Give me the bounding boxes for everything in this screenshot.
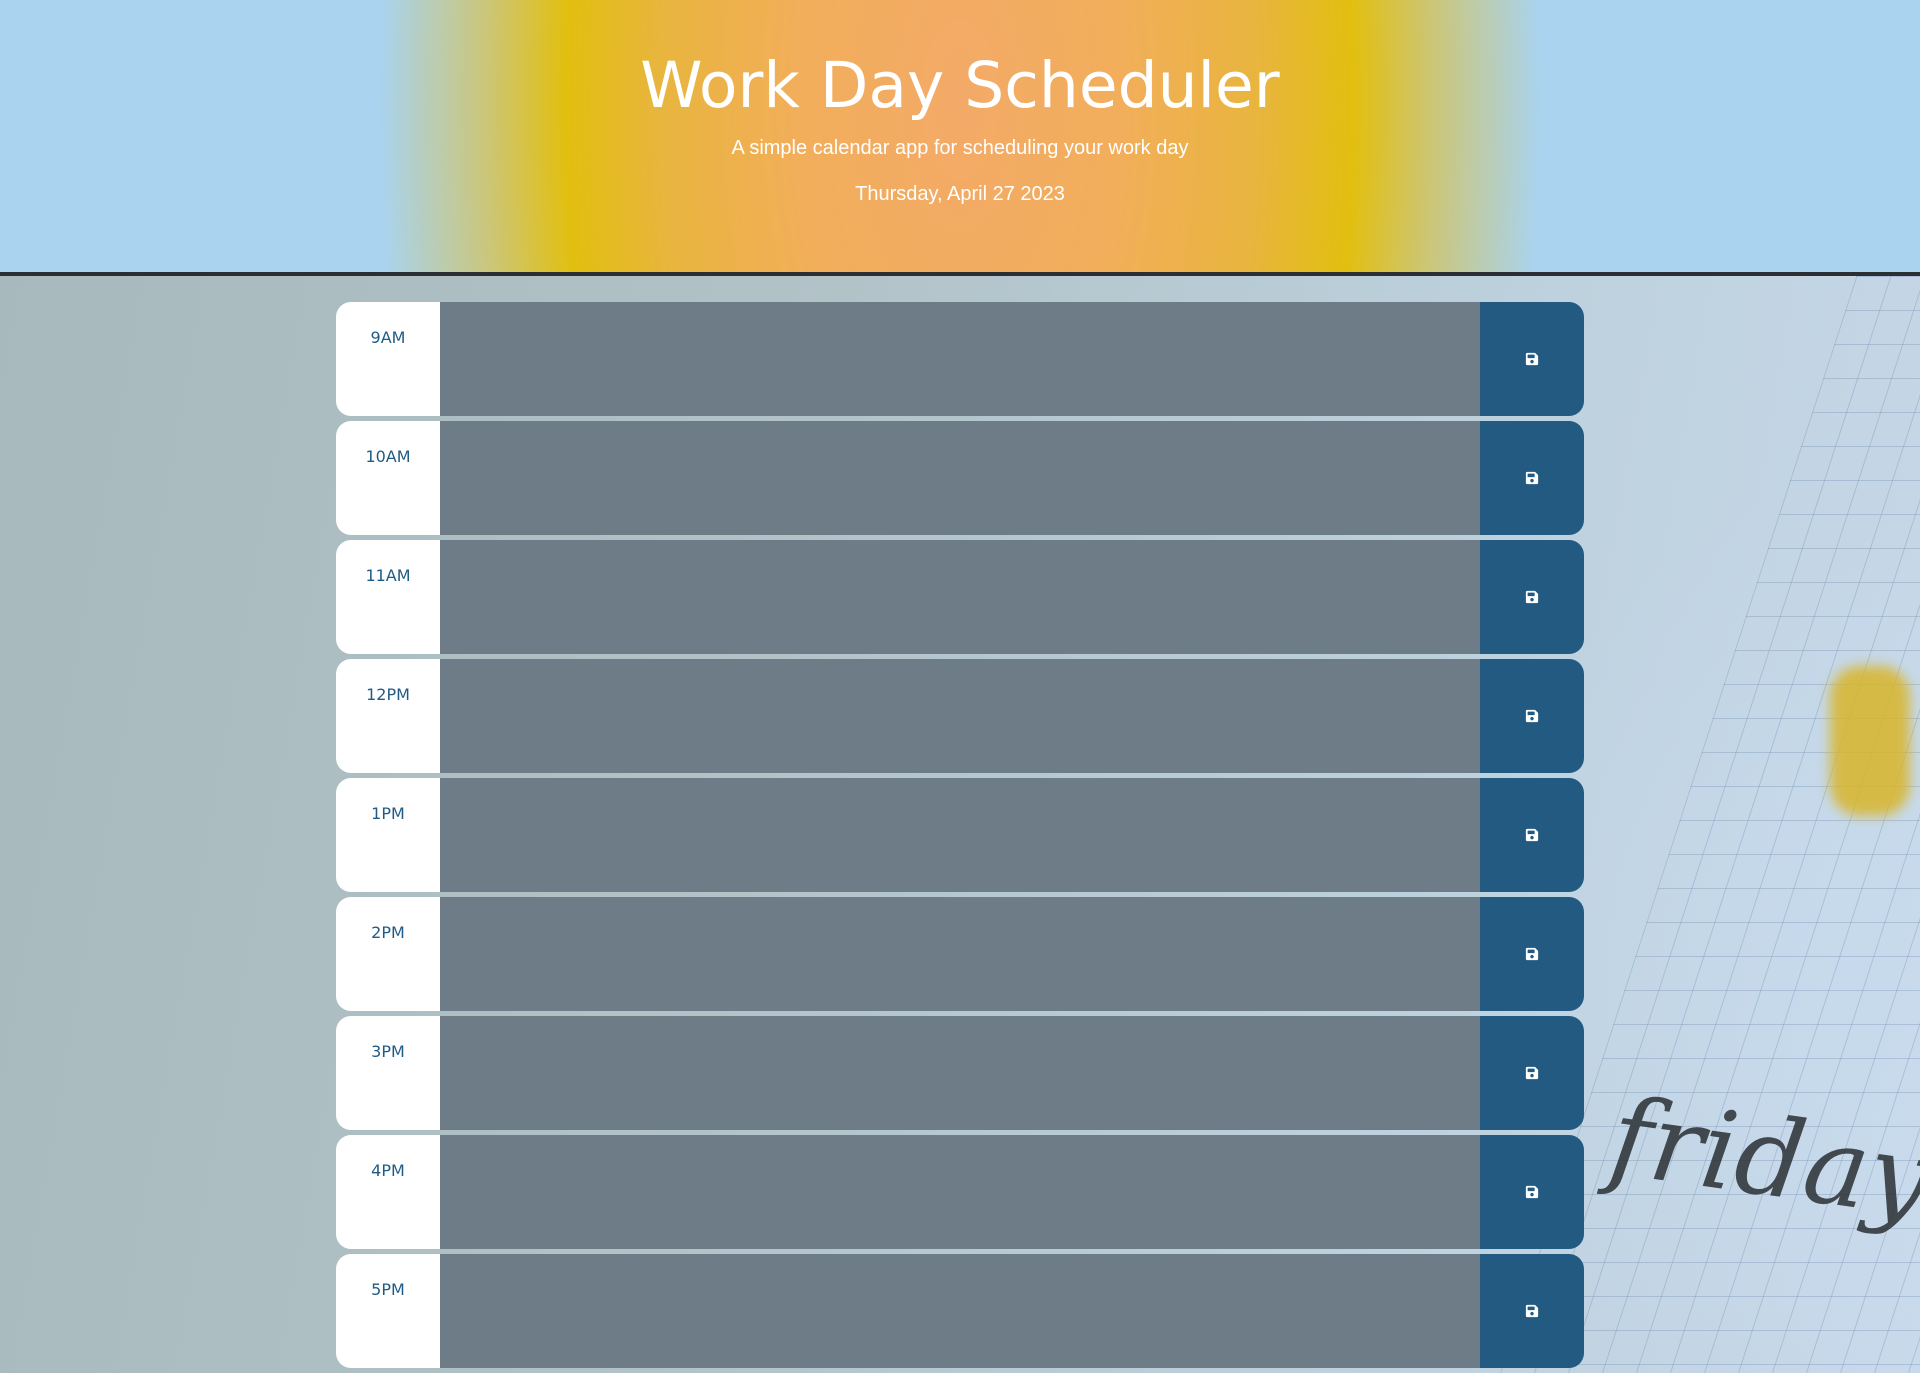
time-block-9am: 9AM — [336, 302, 1584, 416]
floppy-disk-icon — [1525, 709, 1539, 723]
save-button[interactable] — [1480, 1016, 1584, 1130]
page-subtitle: A simple calendar app for scheduling you… — [731, 137, 1189, 159]
event-description-input[interactable] — [440, 659, 1480, 773]
time-block-1pm: 1PM — [336, 778, 1584, 892]
time-block-10am: 10AM — [336, 421, 1584, 535]
save-button[interactable] — [1480, 1135, 1584, 1249]
hour-label: 1PM — [336, 778, 440, 892]
event-description-input[interactable] — [440, 540, 1480, 654]
save-button[interactable] — [1480, 421, 1584, 535]
time-block-4pm: 4PM — [336, 1135, 1584, 1249]
save-button[interactable] — [1480, 897, 1584, 1011]
schedule-container: 9AM 10AM 11AM 12PM 1PM 2PM 3PM 4PM 5PM — [336, 302, 1584, 1373]
event-description-input[interactable] — [440, 302, 1480, 416]
event-description-input[interactable] — [440, 421, 1480, 535]
hour-label: 11AM — [336, 540, 440, 654]
yellow-sticky-note — [1830, 666, 1910, 816]
time-block-11am: 11AM — [336, 540, 1584, 654]
floppy-disk-icon — [1525, 471, 1539, 485]
save-button[interactable] — [1480, 659, 1584, 773]
hour-label: 10AM — [336, 421, 440, 535]
event-description-input[interactable] — [440, 897, 1480, 1011]
floppy-disk-icon — [1525, 1066, 1539, 1080]
time-block-2pm: 2PM — [336, 897, 1584, 1011]
time-block-3pm: 3PM — [336, 1016, 1584, 1130]
hour-label: 9AM — [336, 302, 440, 416]
hour-label: 5PM — [336, 1254, 440, 1368]
floppy-disk-icon — [1525, 947, 1539, 961]
event-description-input[interactable] — [440, 778, 1480, 892]
floppy-disk-icon — [1525, 828, 1539, 842]
page-title: Work Day Scheduler — [640, 49, 1280, 122]
floppy-disk-icon — [1525, 590, 1539, 604]
current-date: Thursday, April 27 2023 — [855, 183, 1065, 205]
event-description-input[interactable] — [440, 1135, 1480, 1249]
save-button[interactable] — [1480, 778, 1584, 892]
hour-label: 12PM — [336, 659, 440, 773]
time-block-12pm: 12PM — [336, 659, 1584, 773]
event-description-input[interactable] — [440, 1016, 1480, 1130]
hour-label: 2PM — [336, 897, 440, 1011]
save-button[interactable] — [1480, 302, 1584, 416]
hour-label: 3PM — [336, 1016, 440, 1130]
save-button[interactable] — [1480, 540, 1584, 654]
hour-label: 4PM — [336, 1135, 440, 1249]
floppy-disk-icon — [1525, 1185, 1539, 1199]
floppy-disk-icon — [1525, 1304, 1539, 1318]
page-header: Work Day Scheduler A simple calendar app… — [0, 0, 1920, 276]
save-button[interactable] — [1480, 1254, 1584, 1368]
event-description-input[interactable] — [440, 1254, 1480, 1368]
time-block-5pm: 5PM — [336, 1254, 1584, 1368]
floppy-disk-icon — [1525, 352, 1539, 366]
